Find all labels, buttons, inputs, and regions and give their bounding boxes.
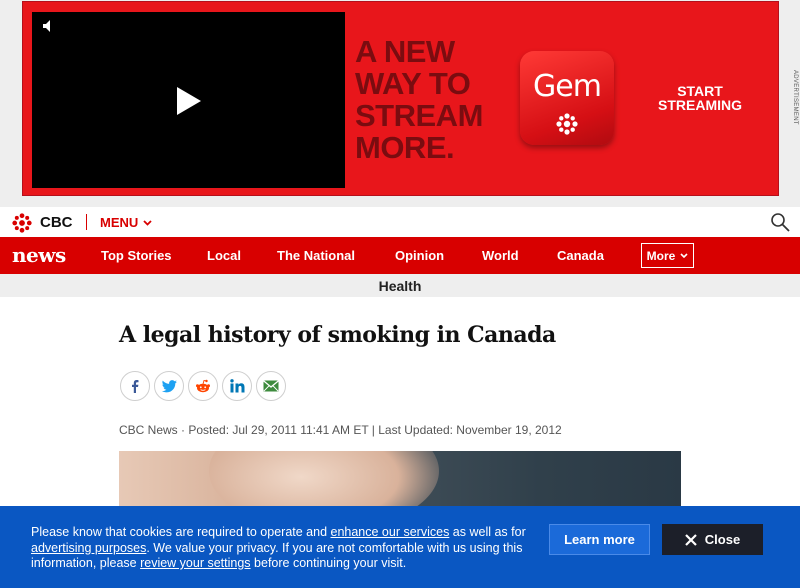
facebook-icon [132, 380, 139, 393]
muted-speaker-icon[interactable] [41, 18, 57, 34]
share-email-button[interactable] [256, 371, 286, 401]
nav-item-opinion[interactable]: Opinion [395, 248, 444, 263]
ad-banner[interactable]: A NEW WAY TO STREAM MORE. Gem START STRE… [22, 1, 779, 196]
share-facebook-button[interactable] [120, 371, 150, 401]
cookie-text-part: Please know that cookies are required to… [31, 525, 331, 539]
section-label-health[interactable]: Health [0, 278, 800, 294]
menu-label: MENU [100, 215, 139, 230]
share-linkedin-button[interactable] [222, 371, 252, 401]
gem-wordmark: Gem [533, 69, 602, 104]
email-icon [263, 380, 279, 392]
chevron-down-icon [680, 253, 688, 258]
nav-item-the-national[interactable]: The National [277, 248, 355, 263]
nav-item-top-stories[interactable]: Top Stories [101, 248, 172, 263]
ad-video-player[interactable] [32, 12, 345, 188]
nav-more-label: More [646, 248, 676, 263]
close-label: Close [704, 532, 741, 547]
learn-more-button[interactable]: Learn more [549, 524, 650, 555]
article-hero-image [119, 451, 681, 511]
enhance-services-link[interactable]: enhance our services [331, 525, 450, 539]
header-divider [86, 214, 87, 230]
ad-cta-start-streaming[interactable]: START STREAMING [650, 84, 750, 112]
article-title: A legal history of smoking in Canada [119, 322, 556, 348]
search-icon[interactable] [770, 212, 790, 232]
close-button[interactable]: Close [662, 524, 763, 555]
news-logo[interactable]: news [12, 243, 66, 267]
cbc-wordmark[interactable]: CBC [40, 214, 73, 231]
review-settings-link[interactable]: review your settings [140, 556, 250, 570]
cbc-gem-logo-icon[interactable] [12, 213, 32, 233]
cookie-text-part: as well as for [449, 525, 526, 539]
reddit-icon [196, 379, 210, 393]
share-reddit-button[interactable] [188, 371, 218, 401]
chevron-down-icon [143, 219, 152, 226]
cookie-text-part: before continuing your visit. [250, 556, 407, 570]
cookie-notice-text: Please know that cookies are required to… [31, 525, 536, 572]
cbc-gem-logo-icon [556, 113, 578, 135]
advertisement-label: ADVERTISEMENT [792, 70, 798, 125]
cbc-header: CBC MENU [0, 207, 800, 237]
nav-more-button[interactable]: More [641, 243, 694, 268]
ad-headline: A NEW WAY TO STREAM MORE. [355, 34, 483, 165]
ad-area: A NEW WAY TO STREAM MORE. Gem START STRE… [0, 0, 800, 207]
nav-item-world[interactable]: World [482, 248, 519, 263]
share-twitter-button[interactable] [154, 371, 184, 401]
close-icon [685, 533, 697, 546]
news-nav-bar: news Top Stories Local The National Opin… [0, 237, 800, 274]
cookie-consent-banner: Please know that cookies are required to… [0, 506, 800, 588]
menu-button[interactable]: MENU [100, 215, 152, 230]
linkedin-icon [229, 379, 244, 393]
advertising-purposes-link[interactable]: advertising purposes [31, 541, 146, 555]
article-byline: CBC News · Posted: Jul 29, 2011 11:41 AM… [119, 423, 562, 437]
play-icon[interactable] [176, 86, 202, 116]
gem-app-icon: Gem [520, 51, 614, 145]
twitter-icon [161, 379, 177, 392]
nav-item-canada[interactable]: Canada [557, 248, 604, 263]
nav-item-local[interactable]: Local [207, 248, 241, 263]
section-bar: Health [0, 274, 800, 297]
